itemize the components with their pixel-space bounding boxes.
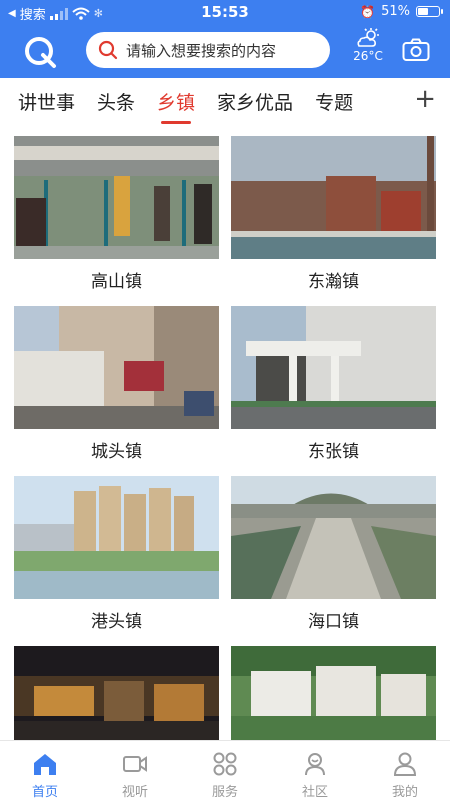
user-icon: [393, 752, 417, 776]
search-icon: [98, 40, 118, 60]
town-photo: [231, 646, 436, 740]
town-card[interactable]: 东张镇: [231, 306, 436, 475]
alarm-icon: ⏰: [360, 4, 376, 19]
town-name: 东张镇: [308, 442, 359, 462]
battery-icon: [416, 6, 443, 17]
status-bar: ◀ 搜索 ✻ 15:53 ⏰ 51%: [0, 0, 450, 26]
town-name: 高山镇: [91, 272, 142, 292]
weather-sun-cloud-icon: [357, 28, 379, 47]
tab-xiangzhen[interactable]: 乡镇: [157, 88, 195, 115]
nav-profile-label: 我的: [391, 785, 418, 800]
town-name: 城头镇: [91, 442, 142, 462]
app-logo-icon[interactable]: [22, 34, 58, 70]
battery-percent: 51%: [381, 4, 410, 19]
town-card[interactable]: [231, 646, 436, 740]
nav-home-label: 首页: [31, 785, 58, 800]
tab-toutiao[interactable]: 头条: [97, 88, 135, 115]
community-icon: [305, 753, 325, 776]
search-placeholder: 请输入想要搜索的内容: [126, 41, 277, 60]
town-name: 东瀚镇: [308, 272, 359, 292]
town-card[interactable]: 城头镇: [14, 306, 219, 475]
bottom-nav: 首页 视听 服务 社区 我的: [0, 740, 450, 800]
town-photo: [14, 136, 219, 259]
town-name: 港头镇: [91, 612, 142, 632]
nav-home[interactable]: 首页: [0, 741, 90, 800]
town-photo: [231, 136, 436, 259]
town-card[interactable]: 高山镇: [14, 136, 219, 305]
town-card[interactable]: 港头镇: [14, 476, 219, 645]
tab-jiaxiang-youpin[interactable]: 家乡优品: [217, 88, 293, 115]
town-photo: [231, 306, 436, 429]
weather-widget[interactable]: 26°C: [348, 28, 388, 63]
town-photo: [231, 476, 436, 599]
town-name: 海口镇: [308, 612, 359, 632]
town-card[interactable]: [14, 646, 219, 740]
video-icon: [123, 756, 147, 772]
town-photo: [14, 306, 219, 429]
nav-community-label: 社区: [301, 785, 328, 800]
town-card[interactable]: 海口镇: [231, 476, 436, 645]
nav-video-label: 视听: [121, 785, 148, 800]
channel-tabs: 讲世事 头条 乡镇 家乡优品 专题 +: [0, 78, 450, 124]
app-header: 请输入想要搜索的内容 26°C: [0, 26, 450, 78]
add-tab-icon[interactable]: +: [414, 84, 436, 114]
town-card[interactable]: 东瀚镇: [231, 136, 436, 305]
town-photo: [14, 646, 219, 740]
temperature: 26°C: [353, 49, 383, 63]
camera-icon[interactable]: [402, 38, 430, 62]
town-grid: 高山镇 东瀚镇 城头镇 东张镇 港头镇 海口镇: [0, 124, 450, 740]
tab-jiangshishi[interactable]: 讲世事: [18, 88, 75, 115]
search-input[interactable]: 请输入想要搜索的内容: [86, 32, 330, 68]
tab-zhuanti[interactable]: 专题: [315, 88, 353, 115]
nav-services[interactable]: 服务: [180, 741, 270, 800]
town-photo: [14, 476, 219, 599]
nav-community[interactable]: 社区: [270, 741, 360, 800]
home-icon: [34, 754, 56, 775]
nav-video[interactable]: 视听: [90, 741, 180, 800]
nav-profile[interactable]: 我的: [360, 741, 450, 800]
nav-services-label: 服务: [211, 785, 238, 800]
grid-icon: [213, 752, 237, 776]
